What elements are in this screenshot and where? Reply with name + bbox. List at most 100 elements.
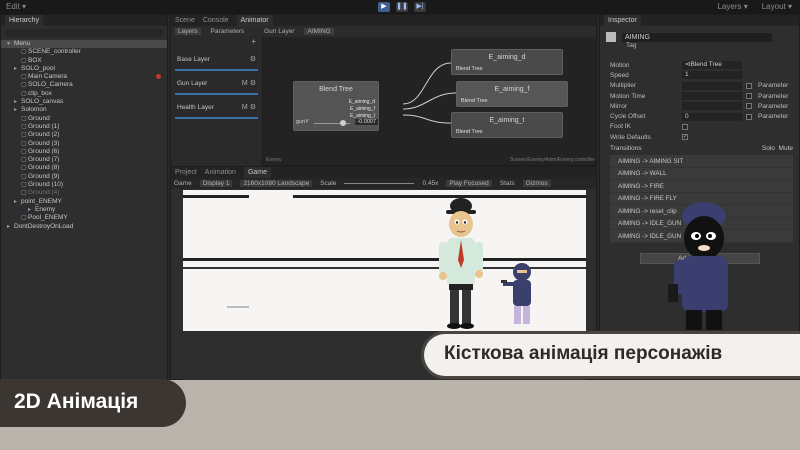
property-value[interactable]: 0 xyxy=(682,112,742,121)
property-value[interactable] xyxy=(682,92,742,101)
hierarchy-item[interactable]: ▢SOLO_Camera xyxy=(1,81,167,89)
hierarchy-item[interactable]: ▢Ground (2) xyxy=(1,131,167,139)
hierarchy-item[interactable]: ▢Ground (4) xyxy=(1,189,167,197)
tab-inspector[interactable]: Inspector xyxy=(604,15,641,26)
tab-hierarchy[interactable]: Hierarchy xyxy=(5,15,43,26)
hierarchy-item[interactable]: ▸ SOLO_pool xyxy=(1,65,167,73)
motion-node-aiming-d[interactable]: E_aiming_d Blend Tree xyxy=(451,49,563,75)
gun-y-slider[interactable]: gunY -0.0007 xyxy=(296,119,378,128)
hierarchy-item[interactable]: ▢Ground (10) xyxy=(1,181,167,189)
property-label: Multiplier xyxy=(610,82,637,90)
hierarchy-item[interactable]: ▸ Solomon xyxy=(1,106,167,114)
state-name-field[interactable]: AIMING xyxy=(622,32,772,42)
game-mode-dropdown[interactable]: Game xyxy=(174,180,192,187)
gizmos-dropdown[interactable]: Gizmos xyxy=(522,180,551,187)
property-value[interactable]: ⊲Blend Tree xyxy=(682,61,742,70)
layout-dropdown[interactable]: Layout ▾ xyxy=(762,2,792,11)
display-dropdown[interactable]: Display 1 xyxy=(199,180,233,187)
resolution-dropdown[interactable]: 2160x1080 Landscape xyxy=(240,180,313,187)
hierarchy-item[interactable]: ▢Ground (7) xyxy=(1,156,167,164)
hierarchy-item[interactable]: ▸ SOLO_canvas xyxy=(1,98,167,106)
hierarchy-item-label: Ground (2) xyxy=(28,131,60,139)
property-row: Foot IK xyxy=(600,122,799,132)
hierarchy-item[interactable]: ▸ point_ENEMY xyxy=(1,198,167,206)
parameter-checkbox[interactable] xyxy=(746,82,752,89)
transition-row[interactable]: AIMING -> WALL xyxy=(610,168,793,181)
gameobject-icon: ▾ xyxy=(7,41,11,47)
play-focused-dropdown[interactable]: Play Focused xyxy=(446,180,492,187)
property-row: Write Defaults ✓ xyxy=(600,132,799,142)
hierarchy-search-input[interactable] xyxy=(5,29,163,37)
gameobject-icon: ▢ xyxy=(21,74,27,81)
motion-node-aiming-t[interactable]: E_aiming_t Blend Tree xyxy=(451,112,563,138)
hierarchy-item-label: Menu xyxy=(14,40,31,47)
motion-sub: Blend Tree xyxy=(456,129,483,135)
hierarchy-item[interactable]: ▸ DontDestroyOnLoad xyxy=(1,223,167,231)
play-button[interactable]: ▶ xyxy=(378,2,390,12)
hierarchy-item[interactable]: ▢Pool_ENEMY xyxy=(1,214,167,222)
hierarchy-item-label: Ground (7) xyxy=(28,156,60,164)
property-row: Motion Time Parameter xyxy=(600,91,799,101)
animator-status-bar: Enemy Scenes/Enemy/Anim/Enemy.controller xyxy=(263,157,598,165)
hierarchy-item-label: SCENE_controller xyxy=(28,48,81,56)
transition-row[interactable]: AIMING -> FIRE xyxy=(610,180,793,193)
parameter-toggle[interactable]: Parameter xyxy=(746,103,788,110)
hierarchy-item[interactable]: ▢Ground (1) xyxy=(1,123,167,131)
parameter-toggle[interactable]: Parameter xyxy=(746,93,788,100)
hierarchy-item[interactable]: ▢Main Camera xyxy=(1,73,167,81)
hierarchy-item[interactable]: ▸ Enemy xyxy=(1,206,167,214)
tab-project[interactable]: Project xyxy=(175,169,197,176)
hierarchy-item[interactable]: ▢clip_box xyxy=(1,90,167,98)
property-checkbox[interactable]: ✓ xyxy=(682,134,688,141)
property-row: Multiplier Parameter xyxy=(600,81,799,91)
gameobject-icon: ▢ xyxy=(21,115,27,122)
floor-mark xyxy=(227,306,249,308)
layers-dropdown[interactable]: Layers ▾ xyxy=(717,2,747,11)
parameter-checkbox[interactable] xyxy=(746,113,752,120)
blend-tree-node[interactable]: Blend Tree E_aiming_d E_aiming_f E_aimin… xyxy=(293,81,379,131)
warning-icon xyxy=(156,74,161,80)
slider-knob[interactable] xyxy=(340,120,346,126)
hierarchy-tabbar: Hierarchy xyxy=(1,15,167,26)
hierarchy-item-label: SOLO_Camera xyxy=(28,81,73,89)
motion-title: E_aiming_t xyxy=(489,117,525,124)
hierarchy-item[interactable]: ▢SCENE_controller xyxy=(1,48,167,56)
hierarchy-item-label: Solomon xyxy=(21,106,47,114)
property-value[interactable] xyxy=(682,102,742,111)
property-value[interactable]: 1 xyxy=(682,71,742,80)
edit-menu[interactable]: Edit ▾ xyxy=(6,2,26,11)
hierarchy-item[interactable]: ▢BOX xyxy=(1,57,167,65)
tab-animation[interactable]: Animation xyxy=(205,169,236,176)
hierarchy-item[interactable]: ▢Ground (6) xyxy=(1,148,167,156)
property-checkbox[interactable] xyxy=(682,123,688,130)
hierarchy-item[interactable]: ▢Ground xyxy=(1,115,167,123)
stats-button[interactable]: Stats xyxy=(500,180,515,187)
hierarchy-item[interactable]: ▢Ground (8) xyxy=(1,164,167,172)
hierarchy-item[interactable]: ▢Ground (9) xyxy=(1,173,167,181)
scale-slider[interactable] xyxy=(344,183,415,184)
gameobject-icon: ▢ xyxy=(21,157,27,164)
slider-value[interactable]: -0.0007 xyxy=(355,119,378,125)
pause-button[interactable]: ❚❚ xyxy=(396,2,408,12)
transition-label: AIMING -> FIRE xyxy=(618,182,665,190)
hierarchy-panel: Hierarchy ▾ Menu ▢SCENE_controller ▢BOX ▸ SOL… xyxy=(0,14,168,380)
tab-game[interactable]: Game xyxy=(243,167,271,178)
motion-node-aiming-f[interactable]: E_aiming_f Blend Tree xyxy=(456,81,568,107)
property-value[interactable] xyxy=(682,81,742,90)
hierarchy-item-label: Main Camera xyxy=(28,73,68,81)
hierarchy-item-label: Pool_ENEMY xyxy=(28,214,68,222)
hierarchy-item[interactable]: ▢Ground (3) xyxy=(1,140,167,148)
hierarchy-item-label: Ground (10) xyxy=(28,181,64,189)
hierarchy-item[interactable]: ▾ Menu xyxy=(1,40,167,49)
parameter-toggle[interactable]: Parameter xyxy=(746,113,788,120)
step-button[interactable]: ▶| xyxy=(414,2,426,12)
parameter-checkbox[interactable] xyxy=(746,103,752,110)
motion-sub: Blend Tree xyxy=(456,66,483,72)
hierarchy-item-label: Ground (8) xyxy=(28,164,60,172)
parameter-toggle[interactable]: Parameter xyxy=(746,82,788,89)
transition-row[interactable]: AIMING -> AIMING SIT xyxy=(610,155,793,168)
hierarchy-item-label: Ground (3) xyxy=(28,139,60,147)
parameter-checkbox[interactable] xyxy=(746,93,752,100)
gameobject-icon: ▸ xyxy=(14,198,18,205)
parameter-label: Parameter xyxy=(758,92,789,100)
